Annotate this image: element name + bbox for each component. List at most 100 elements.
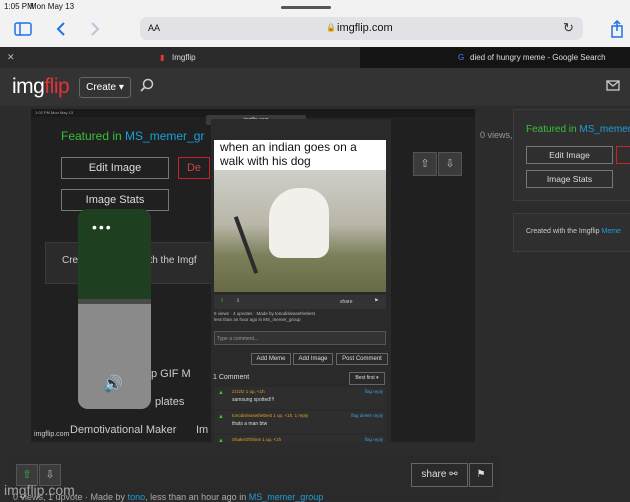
meme-corner-watermark: imgflip.com <box>34 431 70 438</box>
tab-bar: ✕ ▮ Imgflip G died of hungry meme - Goog… <box>0 47 630 68</box>
dog-photo <box>214 170 386 292</box>
group-link[interactable]: MS_memer_group <box>249 492 324 502</box>
flag-icon[interactable]: ⚑ <box>469 463 493 487</box>
meme-edit-image-button: Edit Image <box>61 157 169 179</box>
create-cut-text: Cre <box>62 255 79 266</box>
edit-image-button[interactable]: Edit Image <box>526 146 613 164</box>
google-favicon: G <box>458 53 465 62</box>
comment-item: ▲ ShakeOfShine 1 up, <1h flag reply <box>214 435 386 442</box>
meme-link-demotivational: Demotivational Maker <box>70 424 177 436</box>
comment-text: samsung spotted!!! <box>232 397 275 403</box>
featured-prefix: Featured in <box>526 124 577 135</box>
comment-item: ▲ zzzztz 1 up, <1h samsung spotted!!! fl… <box>214 387 386 409</box>
multitasking-indicator[interactable] <box>281 6 331 9</box>
meme-vote-bar: ⇧ ⇩ share ⚑ <box>214 295 386 309</box>
text-size-button[interactable]: AA <box>148 23 160 33</box>
comments-heading: 1 Comment <box>213 374 250 381</box>
logo-img: img <box>12 75 45 98</box>
tab-label: Imgflip <box>172 53 196 62</box>
meme-share-label: share <box>340 299 353 305</box>
comment-text: thats a man btw <box>232 421 268 427</box>
meme-time-line: less than an hour ago in MS_memer_group <box>214 317 301 322</box>
best-first-select: Best first ▾ <box>349 372 385 385</box>
add-image-button: Add Image <box>293 353 333 365</box>
comment-actions: flag delete reply <box>351 413 383 418</box>
created-with-text: Created with the Imgflip Meme <box>526 228 621 235</box>
imgflip-watermark: imgflip.com <box>4 482 75 498</box>
upvote-icon: ⇧ <box>220 298 225 304</box>
image-stats-button[interactable]: Image Stats <box>526 170 613 188</box>
url-text[interactable]: imgflip.com <box>337 22 393 34</box>
meme-actions-panel: Featured in MS_memer Edit Image Image St… <box>513 109 630 201</box>
comment-input: Type a comment... <box>214 331 386 345</box>
imgflip-favicon: ▮ <box>160 53 165 62</box>
speaker-icon: 🔊 <box>103 376 123 393</box>
flag-icon: ⚑ <box>374 298 379 304</box>
meme-link-im: Im <box>196 424 209 436</box>
vote-share-bar: ⇧ ⇩ share ⚯ ⚑ 0 views, 1 upvote · Made b… <box>8 456 500 502</box>
meme-picture-frame: when an indian goes on a walk with his d… <box>214 140 386 292</box>
chevron-left-icon[interactable] <box>56 22 66 38</box>
dog-figure <box>269 188 329 258</box>
tab-label: died of hungry meme - Google Search <box>470 53 606 62</box>
upvote-icon: ▲ <box>218 414 224 420</box>
upvote-icon: ▲ <box>218 390 224 396</box>
delete-button[interactable] <box>616 146 630 164</box>
comment-author: ShakeOfShine 1 up, <1h <box>232 437 282 442</box>
author-link[interactable]: tono <box>128 492 146 502</box>
meme-caption: when an indian goes on a walk with his d… <box>220 140 357 168</box>
search-icon[interactable] <box>140 78 154 95</box>
share-icon[interactable] <box>610 19 624 40</box>
meme-link-templates: plates <box>155 396 185 408</box>
meme-generator-link[interactable]: Meme <box>602 228 621 235</box>
comment-actions: flag reply <box>364 389 383 394</box>
safari-toolbar: AA 🔒 imgflip.com ↻ <box>0 14 630 47</box>
created-with-panel: Created with the Imgflip Meme <box>513 213 630 252</box>
meme-image[interactable]: 1:02 PM Mon May 13 imgflip.com Featured … <box>31 109 475 442</box>
share-label: share <box>421 469 447 480</box>
downvote-icon: ⇩ <box>236 298 241 304</box>
featured-in: Featured in MS_memer <box>526 124 630 135</box>
imgflip-logo[interactable]: imgflip <box>12 75 70 99</box>
more-dots-icon: ••• <box>92 219 113 235</box>
downvote-button[interactable]: ⇩ <box>438 152 462 176</box>
meme-embedded-page: when an indian goes on a walk with his d… <box>211 119 391 442</box>
post-comment-button: Post Comment <box>336 353 388 365</box>
sidebar-icon[interactable] <box>14 22 32 38</box>
volume-overlay: ••• 🔊 <box>78 209 151 409</box>
upvote-icon: ▲ <box>218 438 224 442</box>
meme-featured-text: Featured in MS_memer_gr <box>61 129 204 143</box>
meme-link-gif: p GIF M <box>151 368 191 380</box>
featured-group: MS_memer_gr <box>125 129 205 143</box>
share-button[interactable]: share ⚯ <box>411 463 468 487</box>
ios-status-bar: 1:05 PM Mon May 13 <box>0 0 630 14</box>
share-icon: ⚯ <box>449 469 458 480</box>
comment-item: ▲ tonodisleasethebest 1 up, <1h, 1 reply… <box>214 411 386 433</box>
comment-actions: flag reply <box>364 437 383 442</box>
address-bar[interactable]: AA 🔒 imgflip.com ↻ <box>140 17 583 40</box>
logo-flip: flip <box>44 75 70 98</box>
lock-icon: 🔒 <box>326 23 336 32</box>
reload-icon[interactable]: ↻ <box>563 20 574 36</box>
site-header: imgflip Create ▾ <box>0 68 630 106</box>
comment-author: tonodisleasethebest 1 up, <1h, 1 reply <box>232 413 309 418</box>
featured-group-link[interactable]: MS_memer <box>579 124 630 135</box>
status-date: Mon May 13 <box>30 2 75 11</box>
overlay-top: ••• <box>78 209 151 299</box>
tab-google-search[interactable]: G died of hungry meme - Google Search <box>360 47 630 68</box>
meme-meta: 5 views · 4 upvotes · Made by tonodislea… <box>214 311 384 323</box>
created-with-prefix: Created with the Imgflip <box>526 228 600 235</box>
chevron-right-icon[interactable] <box>90 22 100 38</box>
volume-level: 🔊 <box>78 304 151 409</box>
tab-imgflip[interactable]: ✕ ▮ Imgflip <box>0 47 360 68</box>
create-button[interactable]: Create ▾ <box>79 77 131 98</box>
meme-image-stats-button: Image Stats <box>61 189 169 211</box>
featured-prefix: Featured in <box>61 129 122 143</box>
close-icon[interactable]: ✕ <box>7 47 15 68</box>
upvote-button[interactable]: ⇧ <box>413 152 437 176</box>
mail-icon[interactable] <box>606 79 620 94</box>
add-meme-button: Add Meme <box>251 353 291 365</box>
meme-delete-button: De <box>178 157 210 179</box>
meme-status-text: 1:02 PM Mon May 13 <box>35 110 74 115</box>
rake-figure <box>233 216 259 274</box>
